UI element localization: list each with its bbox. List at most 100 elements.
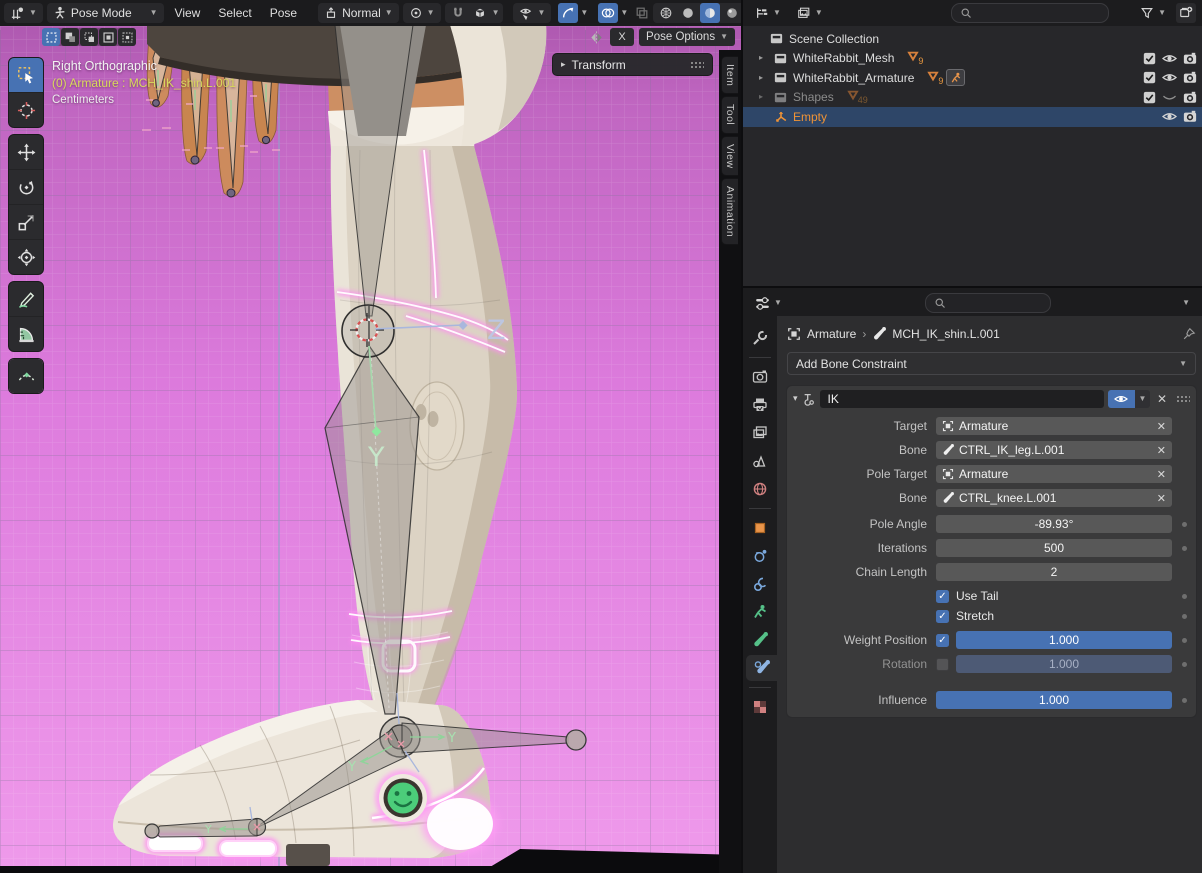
properties-editor-type-dropdown[interactable]: ▼	[749, 293, 788, 313]
bone-field[interactable]: CTRL_IK_leg.L.001 ✕	[936, 441, 1172, 459]
sidebar-tab-view[interactable]: View	[721, 136, 738, 177]
tab-object[interactable]	[743, 515, 777, 541]
constraint-delete-button[interactable]: ✕	[1154, 392, 1170, 406]
tool-cursor[interactable]	[9, 93, 43, 127]
select-mode-new[interactable]	[42, 28, 60, 46]
tool-rotate[interactable]	[9, 170, 43, 204]
row-checkbox-checked[interactable]	[1143, 71, 1156, 84]
breadcrumb-object[interactable]: Armature	[807, 327, 856, 341]
mode-dropdown[interactable]: Pose Mode ▼	[47, 3, 164, 23]
animate-decorator[interactable]	[1182, 662, 1187, 667]
target-field[interactable]: Armature ✕	[936, 417, 1172, 435]
clear-x-icon[interactable]: ✕	[1157, 492, 1166, 505]
tab-physics[interactable]	[743, 543, 777, 569]
panel-drag-grip[interactable]	[690, 61, 704, 68]
animate-decorator[interactable]	[1182, 522, 1187, 527]
clear-x-icon[interactable]: ✕	[1157, 420, 1166, 433]
clear-x-icon[interactable]: ✕	[1157, 468, 1166, 481]
animate-decorator[interactable]	[1182, 614, 1187, 619]
tool-pose-breakdowner[interactable]	[9, 359, 43, 393]
breadcrumb-bone[interactable]: MCH_IK_shin.L.001	[892, 327, 999, 341]
show-gizmo-toggle[interactable]	[558, 3, 578, 23]
disable-render-camera-icon[interactable]	[1183, 91, 1197, 104]
stretch-checkbox-row[interactable]: ✓ Stretch	[936, 609, 1172, 623]
tab-armature-data[interactable]	[743, 599, 777, 625]
snap-target-dropdown[interactable]	[470, 3, 490, 23]
row-checkbox-checked[interactable]	[1143, 52, 1156, 65]
tab-bone-constraints[interactable]	[746, 655, 777, 681]
clear-x-icon[interactable]: ✕	[1157, 444, 1166, 457]
checkbox-checked-icon[interactable]: ✓	[936, 610, 949, 623]
animate-decorator[interactable]	[1182, 698, 1187, 703]
hide-eye-closed-icon[interactable]	[1162, 91, 1177, 104]
animate-decorator[interactable]	[1182, 638, 1187, 643]
select-mode-subtract[interactable]	[80, 28, 98, 46]
outliner-filter-dropdown[interactable]: ▼	[1134, 3, 1172, 23]
constraint-extras-dropdown[interactable]: ▼	[1135, 390, 1150, 408]
outliner-row-empty-selected[interactable]: Empty	[743, 107, 1202, 127]
constraint-drag-grip[interactable]	[1176, 395, 1190, 402]
iterations-field[interactable]: 500	[936, 539, 1172, 557]
sidebar-tab-animation[interactable]: Animation	[721, 178, 738, 245]
tab-bone[interactable]	[743, 627, 777, 653]
pivot-point-dropdown[interactable]: ▼	[403, 3, 441, 23]
new-collection-button[interactable]	[1176, 3, 1196, 23]
expand-arrow-icon[interactable]: ▸	[759, 54, 763, 62]
outliner-display-mode-dropdown[interactable]: ▼	[791, 3, 829, 23]
properties-options-dropdown[interactable]: ▼	[1182, 299, 1190, 307]
hide-eye-icon[interactable]	[1162, 110, 1177, 123]
outliner-row-scene-collection[interactable]: Scene Collection	[743, 29, 1202, 49]
pose-options-dropdown[interactable]: Pose Options ▼	[639, 28, 735, 46]
tool-annotate[interactable]	[9, 282, 43, 316]
animate-decorator[interactable]	[1182, 546, 1187, 551]
checkbox-checked-icon[interactable]: ✓	[936, 590, 949, 603]
hide-eye-icon[interactable]	[1162, 52, 1177, 65]
chain-length-field[interactable]: 2	[936, 563, 1172, 581]
outliner-row-whiterabbit-mesh[interactable]: ▸ WhiteRabbit_Mesh 9	[743, 49, 1202, 69]
hide-eye-icon[interactable]	[1162, 71, 1177, 84]
pin-icon[interactable]	[1182, 327, 1196, 341]
select-mode-extend[interactable]	[61, 28, 79, 46]
menu-select[interactable]: Select	[211, 6, 258, 20]
weight-position-checkbox[interactable]: ✓	[936, 634, 949, 647]
show-overlays-toggle[interactable]	[598, 3, 618, 23]
transform-panel-collapsed[interactable]: ▸ Transform	[552, 53, 713, 76]
pole-bone-field[interactable]: CTRL_knee.L.001 ✕	[936, 489, 1172, 507]
object-type-visibility-dropdown[interactable]: ▼	[513, 3, 552, 23]
snap-toggle[interactable]	[448, 3, 468, 23]
disable-render-camera-icon[interactable]	[1183, 71, 1197, 84]
collapse-chevron-icon[interactable]: ▾	[793, 394, 798, 403]
toe-bone-tail-sphere[interactable]	[145, 824, 159, 838]
mirror-x-toggle[interactable]: X	[610, 28, 634, 46]
outliner-search-input[interactable]	[951, 3, 1109, 23]
expand-arrow-icon[interactable]: ▸	[759, 74, 763, 82]
shading-solid-button[interactable]	[678, 3, 698, 23]
shading-wireframe-button[interactable]	[656, 3, 676, 23]
pole-angle-field[interactable]: -89.93°	[936, 515, 1172, 533]
tab-output[interactable]	[743, 392, 777, 418]
properties-search-input[interactable]	[925, 293, 1051, 313]
tab-tool[interactable]	[743, 325, 777, 351]
tab-texture[interactable]	[743, 694, 777, 720]
tab-object-constraints[interactable]	[743, 571, 777, 597]
animate-decorator[interactable]	[1182, 594, 1187, 599]
tool-scale[interactable]	[9, 205, 43, 239]
transform-orientation-dropdown[interactable]: Normal ▼	[318, 3, 399, 23]
tool-select-box[interactable]	[9, 58, 43, 92]
editor-type-dropdown[interactable]: ▼	[4, 3, 43, 23]
xray-toggle[interactable]	[635, 3, 649, 23]
influence-slider[interactable]: 1.000	[936, 691, 1172, 709]
viewport-canvas[interactable]: Z Y Y Y Y	[0, 0, 741, 873]
disable-render-camera-icon[interactable]	[1183, 52, 1197, 65]
outliner-row-shapes[interactable]: ▸ Shapes 49	[743, 88, 1202, 108]
tab-view-layer[interactable]	[743, 420, 777, 446]
knee-ctrl-circle-bone[interactable]	[342, 305, 394, 357]
use-tail-checkbox-row[interactable]: ✓ Use Tail	[936, 589, 1172, 603]
outliner-row-whiterabbit-armature[interactable]: ▸ WhiteRabbit_Armature 9	[743, 68, 1202, 88]
shading-material-preview-button[interactable]	[700, 3, 720, 23]
tab-render[interactable]	[743, 364, 777, 390]
pole-target-field[interactable]: Armature ✕	[936, 465, 1172, 483]
tool-transform[interactable]	[9, 240, 43, 274]
expand-arrow-icon[interactable]: ▸	[759, 93, 763, 101]
sidebar-tab-tool[interactable]: Tool	[721, 96, 738, 133]
